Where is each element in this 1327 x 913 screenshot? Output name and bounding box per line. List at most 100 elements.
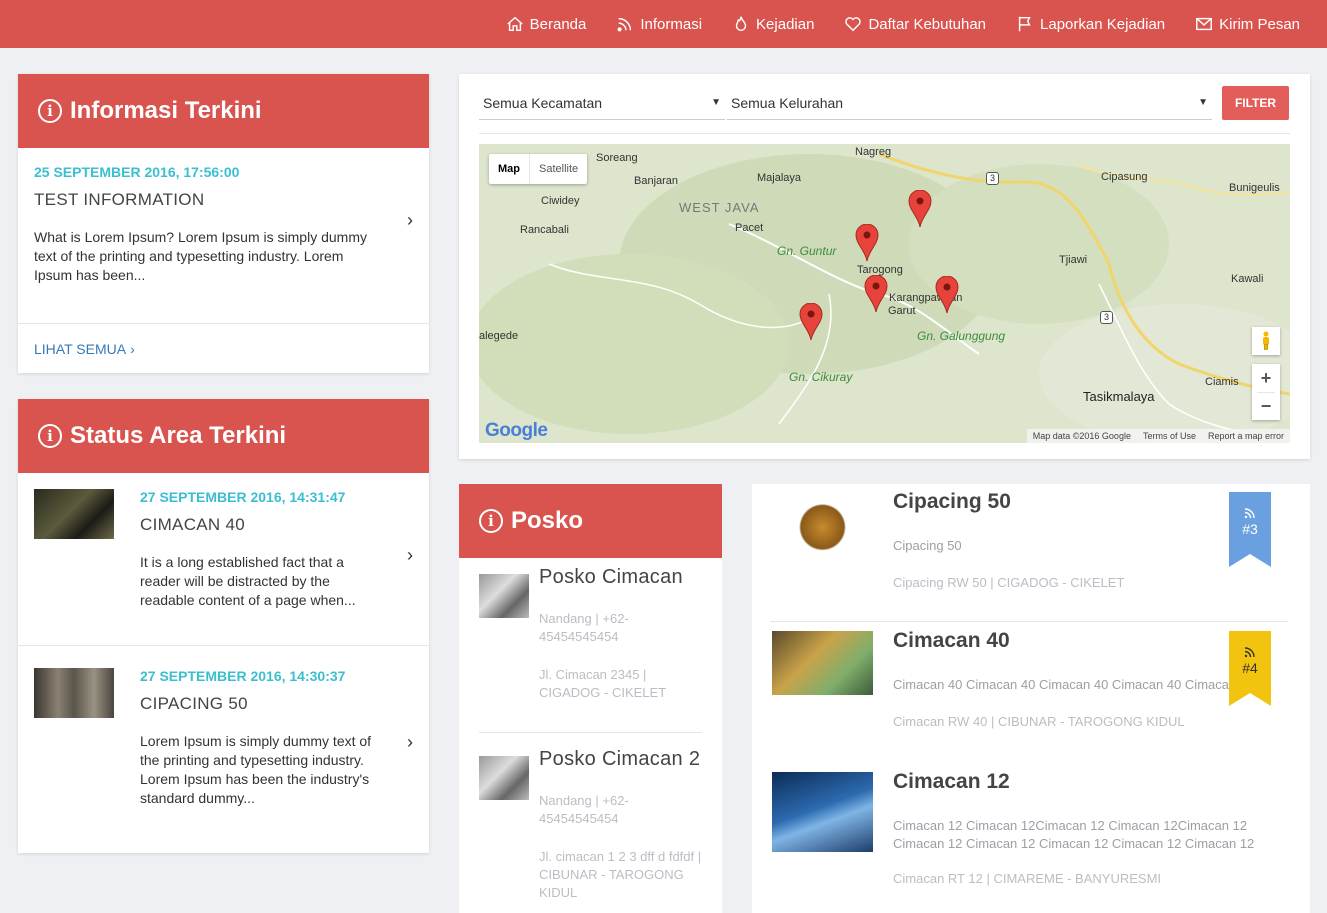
map-label: Tasikmalaya xyxy=(1083,389,1155,404)
map-label: alegede xyxy=(479,330,519,342)
chevron-right-icon[interactable]: › xyxy=(407,545,413,566)
posko-item[interactable]: Posko Cimacan Nandang | +62-45454545454 … xyxy=(479,558,702,732)
map-label: WEST JAVA xyxy=(679,200,760,215)
event-badge-number: #3 xyxy=(1242,521,1258,537)
event-thumbnail xyxy=(772,631,873,695)
status-item[interactable]: 27 SEPTEMBER 2016, 14:30:37 CIPACING 50 … xyxy=(18,646,429,818)
see-all-link[interactable]: LIHAT SEMUA › xyxy=(18,324,429,373)
event-location: Cipacing RW 50 | CIGADOG - CIKELET xyxy=(893,575,1125,590)
nav-laporkan-kejadian[interactable]: Laporkan Kejadian xyxy=(1016,15,1165,33)
divider xyxy=(770,621,1288,622)
status-panel: i Status Area Terkini 27 SEPTEMBER 2016,… xyxy=(18,399,429,853)
see-all-label: LIHAT SEMUA xyxy=(34,341,127,357)
map-marker-icon[interactable] xyxy=(799,303,823,341)
nav-informasi[interactable]: Informasi xyxy=(616,15,702,33)
event-list: Cipacing 50 Cipacing 50 Cipacing RW 50 |… xyxy=(752,484,1310,913)
info-item[interactable]: 25 SEPTEMBER 2016, 17:56:00 TEST INFORMA… xyxy=(18,148,429,323)
posko-item[interactable]: Posko Cimacan 2 Nandang | +62-4545454545… xyxy=(479,740,702,913)
status-panel-title: Status Area Terkini xyxy=(70,422,287,449)
event-badge-number: #4 xyxy=(1242,660,1258,676)
event-item[interactable]: Cipacing 50 Cipacing 50 Cipacing RW 50 |… xyxy=(772,490,1288,622)
zoom-out-button[interactable]: − xyxy=(1252,393,1280,420)
map-data-text: Map data ©2016 Google xyxy=(1032,431,1131,441)
chevron-right-icon[interactable]: › xyxy=(407,732,413,753)
nav-kirim-pesan[interactable]: Kirim Pesan xyxy=(1195,15,1300,33)
status-panel-header: i Status Area Terkini xyxy=(18,399,429,473)
home-icon xyxy=(506,16,523,32)
chevron-right-icon[interactable]: › xyxy=(407,210,413,231)
map-label: Tjiawi xyxy=(1059,254,1088,266)
nav-daftar-kebutuhan-label: Daftar Kebutuhan xyxy=(868,15,987,33)
posko-name: Posko Cimacan xyxy=(539,566,683,588)
map-label: Majalaya xyxy=(757,172,802,184)
nav-beranda-label: Beranda xyxy=(529,15,587,33)
street-view-button[interactable] xyxy=(1252,327,1280,355)
map-marker-icon[interactable] xyxy=(855,224,879,262)
nav-beranda[interactable]: Beranda xyxy=(506,15,587,33)
posko-thumbnail xyxy=(479,574,529,618)
map-type-map-button[interactable]: Map xyxy=(489,154,529,184)
kecamatan-select-value: Semua Kecamatan xyxy=(483,94,603,111)
heart-icon xyxy=(845,17,862,32)
event-description: Cimacan 12 Cimacan 12Cimacan 12 Cimacan … xyxy=(893,818,1255,851)
rss-icon xyxy=(617,17,632,32)
info-item-text: What is Lorem Ipsum? Lorem Ipsum is simp… xyxy=(34,229,367,283)
event-title: Cimacan 40 xyxy=(893,629,1010,652)
caret-down-icon: ▼ xyxy=(1198,97,1208,108)
road-shield: 3 xyxy=(986,172,999,185)
map-marker-icon[interactable] xyxy=(935,276,959,314)
divider xyxy=(479,732,702,733)
info-icon: i xyxy=(38,424,62,448)
status-item-date: 27 SEPTEMBER 2016, 14:31:47 xyxy=(140,489,346,505)
top-navbar: Beranda Informasi Kejadian Daftar Kebutu… xyxy=(0,0,1327,48)
nav-laporkan-kejadian-label: Laporkan Kejadian xyxy=(1040,15,1166,33)
pegman-icon xyxy=(1263,331,1269,350)
road-shield: 3 xyxy=(1100,311,1113,324)
map-label: Rancabali xyxy=(520,224,569,236)
posko-panel: i Posko Posko Cimacan Nandang | +62-4545… xyxy=(459,484,722,913)
nav-kejadian[interactable]: Kejadian xyxy=(732,15,814,33)
info-item-date: 25 SEPTEMBER 2016, 17:56:00 xyxy=(34,164,240,180)
map-marker-icon[interactable] xyxy=(864,275,888,313)
event-title: Cipacing 50 xyxy=(893,490,1011,513)
zoom-in-button[interactable]: + xyxy=(1252,364,1280,392)
nav-kirim-pesan-label: Kirim Pesan xyxy=(1219,15,1300,33)
info-item-title: TEST INFORMATION xyxy=(34,190,205,209)
rss-icon xyxy=(1244,647,1255,658)
info-panel: i Informasi Terkini 25 SEPTEMBER 2016, 1… xyxy=(18,74,429,373)
nav-informasi-label: Informasi xyxy=(640,15,703,33)
divider xyxy=(479,133,1290,134)
posko-panel-header: i Posko xyxy=(459,484,722,558)
map-label: Soreang xyxy=(596,152,638,164)
map-marker-icon[interactable] xyxy=(908,190,932,228)
posko-contact: Nandang | +62-45454545454 xyxy=(539,611,629,644)
info-panel-title: Informasi Terkini xyxy=(70,97,262,124)
map-type-satellite-button[interactable]: Satellite xyxy=(529,154,587,184)
posko-contact: Nandang | +62-45454545454 xyxy=(539,793,629,826)
status-item-title: CIMACAN 40 xyxy=(140,515,246,534)
map-label: Kawali xyxy=(1231,273,1264,285)
map-view[interactable]: Soreang Banjaran Majalaya Nagreg Cipasun… xyxy=(479,144,1290,443)
status-item[interactable]: 27 SEPTEMBER 2016, 14:31:47 CIMACAN 40 I… xyxy=(18,473,429,645)
status-thumbnail xyxy=(34,489,114,539)
map-label: Gn. Guntur xyxy=(777,244,837,258)
rss-icon xyxy=(1244,508,1255,519)
posko-address: Jl. cimacan 1 2 3 dff d fdfdf | CIBUNAR … xyxy=(539,849,702,900)
event-thumbnail xyxy=(772,492,873,556)
kelurahan-select-value: Semua Kelurahan xyxy=(731,94,844,111)
event-description: Cipacing 50 xyxy=(893,538,962,553)
report-map-error-link[interactable]: Report a map error xyxy=(1208,431,1284,441)
status-thumbnail xyxy=(34,668,114,718)
map-attribution: Map data ©2016 Google Terms of Use Repor… xyxy=(1026,429,1290,443)
google-logo[interactable]: Google xyxy=(485,420,548,442)
nav-daftar-kebutuhan[interactable]: Daftar Kebutuhan xyxy=(844,15,986,33)
nav-kejadian-label: Kejadian xyxy=(756,15,815,33)
event-item[interactable]: Cimacan 12 Cimacan 12 Cimacan 12Cimacan … xyxy=(772,770,1288,912)
event-item[interactable]: Cimacan 40 Cimacan 40 Cimacan 40 Cimacan… xyxy=(772,629,1288,761)
kecamatan-select[interactable]: Semua Kecamatan ▼ xyxy=(479,86,725,120)
map-label: Bunigeulis xyxy=(1229,182,1280,194)
kelurahan-select[interactable]: Semua Kelurahan ▼ xyxy=(727,86,1212,120)
filter-button[interactable]: FILTER xyxy=(1222,86,1289,120)
status-item-text: Lorem Ipsum is simply dummy text of the … xyxy=(140,733,372,806)
terms-link[interactable]: Terms of Use xyxy=(1143,431,1196,441)
